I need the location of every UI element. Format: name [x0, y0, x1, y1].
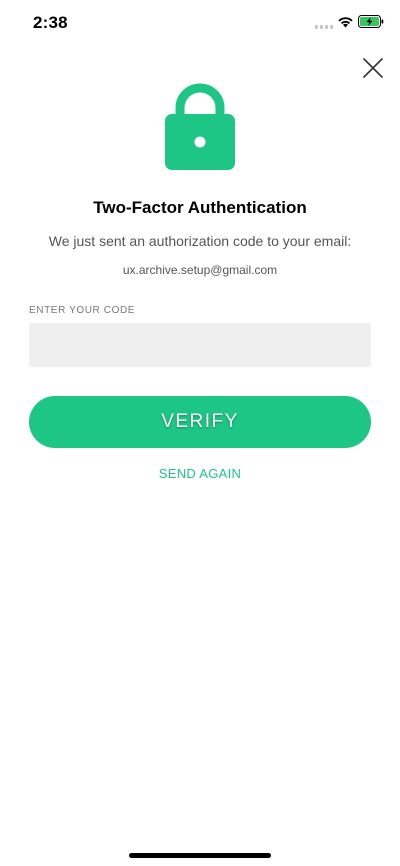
- email-address: ux.archive.setup@gmail.com: [122, 263, 278, 277]
- status-time: 2:38: [33, 13, 68, 32]
- padlock-icon: [165, 83, 235, 170]
- send-again-link[interactable]: SEND AGAIN: [0, 466, 400, 481]
- cellular-signal-icon: [315, 25, 333, 29]
- verify-button[interactable]: VERIFY: [29, 396, 371, 448]
- home-indicator: [129, 853, 271, 858]
- instruction-text: We just sent an authorization code to yo…: [48, 233, 352, 249]
- status-bar: 2:38: [0, 0, 400, 46]
- page-title: Two-Factor Authentication: [93, 198, 307, 217]
- wifi-icon: [338, 17, 353, 28]
- close-icon: [363, 58, 383, 78]
- close-button[interactable]: [360, 55, 386, 81]
- code-input[interactable]: [29, 323, 371, 367]
- code-field-label: ENTER YOUR CODE: [29, 305, 136, 316]
- battery-charging-icon: [358, 15, 384, 28]
